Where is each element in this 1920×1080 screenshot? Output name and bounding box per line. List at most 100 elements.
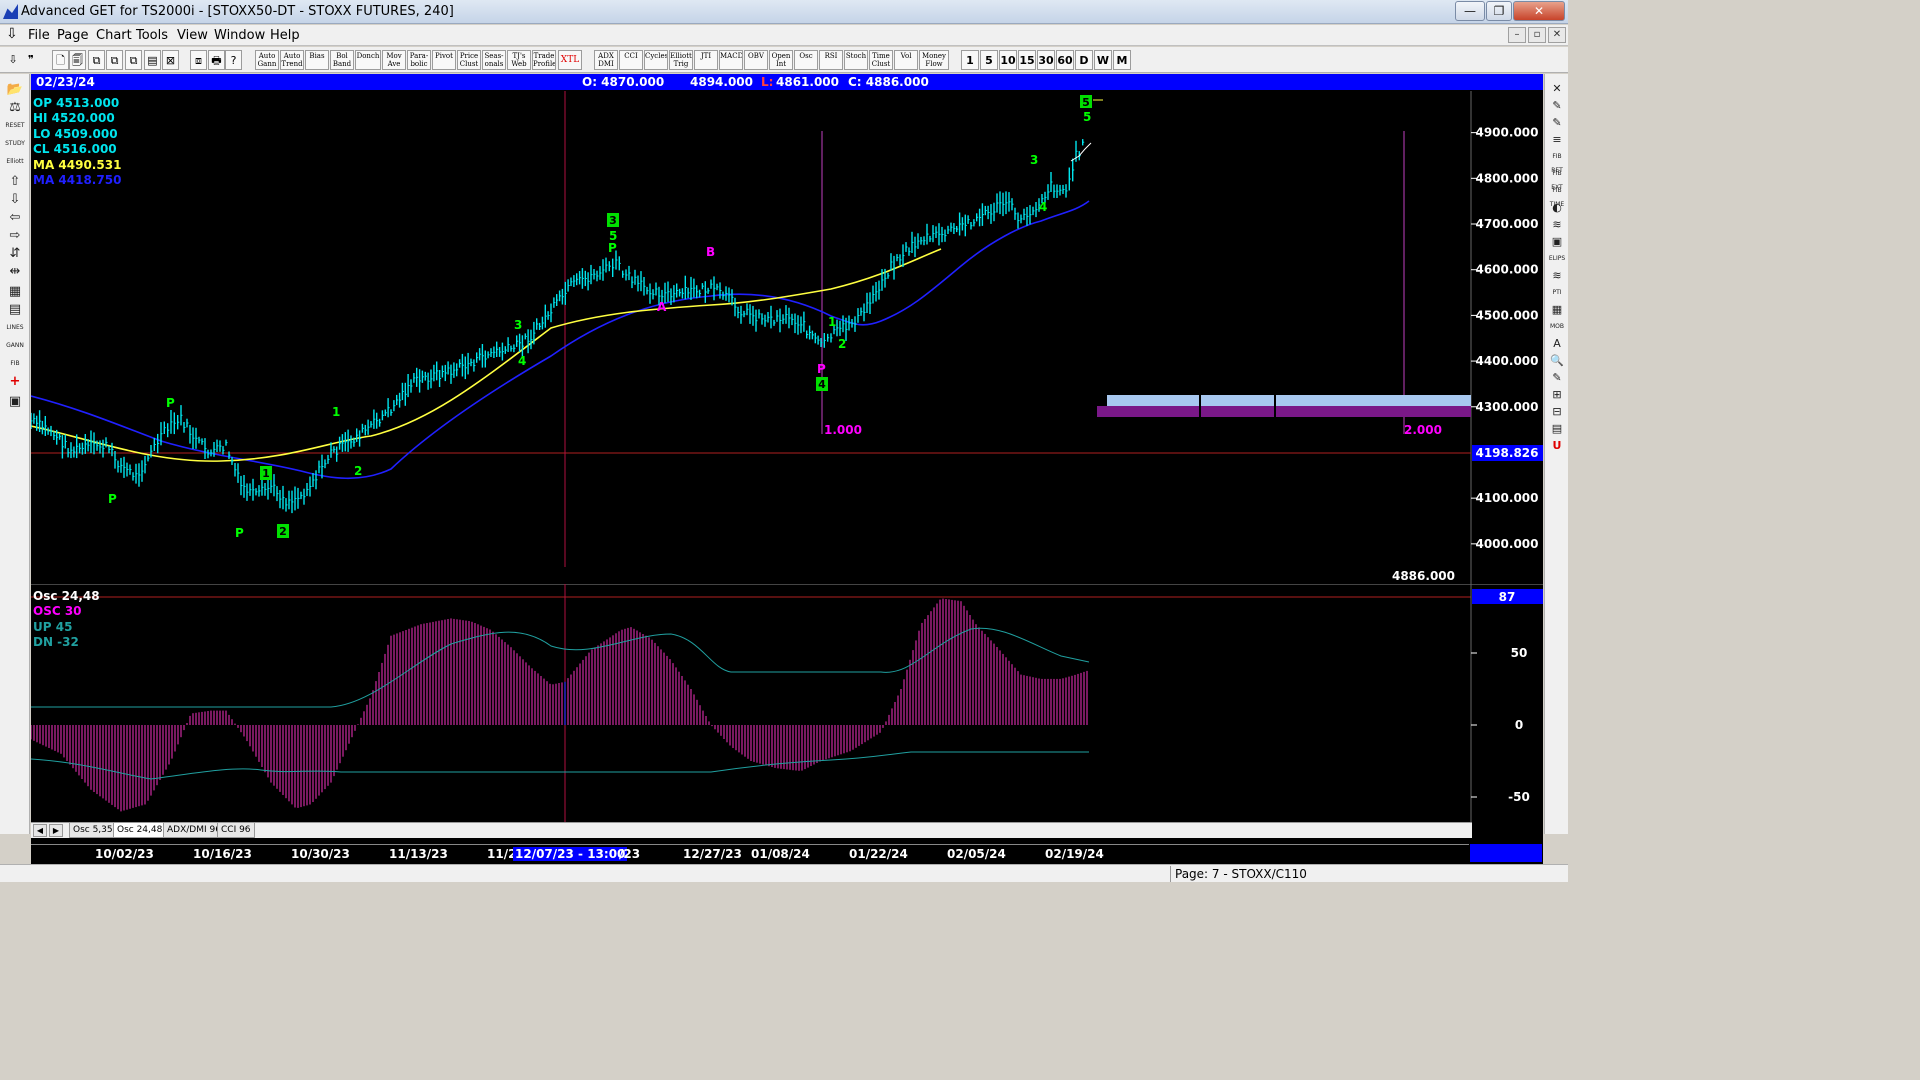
left-tool-button[interactable]: ▣ <box>4 394 26 410</box>
right-tool-button[interactable]: FIB EXT <box>1548 167 1566 191</box>
menu-window[interactable]: Window <box>214 28 265 43</box>
study-button[interactable]: Auto Gann <box>255 50 279 70</box>
left-tool-button[interactable]: GANN <box>4 338 26 354</box>
toolbar-icon-button[interactable]: ⧉ <box>125 50 142 70</box>
study-button[interactable]: Para- bolic <box>407 50 431 70</box>
xtl-button[interactable]: XTL <box>558 50 582 70</box>
interval-button[interactable]: 15 <box>1018 50 1036 70</box>
right-tool-button[interactable]: ▤ <box>1548 422 1566 436</box>
maximize-button[interactable]: ❐ <box>1486 1 1512 21</box>
right-tool-button[interactable]: ⊟ <box>1548 405 1566 419</box>
oscillator-button[interactable]: Open Int <box>769 50 793 70</box>
tab-next-button[interactable]: ▶ <box>49 824 63 837</box>
left-tool-button[interactable]: ▤ <box>4 302 26 318</box>
mdi-minimize-button[interactable]: – <box>1508 27 1526 43</box>
oscillator-button[interactable]: Time Clust <box>869 50 893 70</box>
right-tool-button[interactable]: ⊞ <box>1548 388 1566 402</box>
right-tool-button[interactable]: ≋ <box>1548 269 1566 283</box>
menu-tools[interactable]: Tools <box>136 28 168 43</box>
toolbar-icon-button[interactable]: 🗐 <box>69 50 86 70</box>
interval-button[interactable]: 10 <box>999 50 1017 70</box>
left-tool-button[interactable]: ⇹ <box>4 264 26 280</box>
right-tool-button[interactable]: ✎ <box>1548 371 1566 385</box>
right-tool-button[interactable]: ▣ <box>1548 235 1566 249</box>
left-tool-button[interactable]: ⇩ <box>4 192 26 208</box>
right-tool-button[interactable]: ✎ <box>1548 99 1566 113</box>
quote-icon[interactable]: ❞ <box>22 50 40 70</box>
tab-cci-96[interactable]: CCI 96 <box>217 823 255 838</box>
tab-prev-button[interactable]: ◀ <box>33 824 47 837</box>
right-tool-button[interactable]: ✎ <box>1548 116 1566 130</box>
oscillator-button[interactable]: CCI <box>619 50 643 70</box>
toolbar-icon-button[interactable]: 🗋 <box>52 50 69 70</box>
right-tool-button[interactable]: PTI <box>1548 286 1566 300</box>
study-button[interactable]: Trade Profile <box>532 50 556 70</box>
oscillator-button[interactable]: RSI <box>819 50 843 70</box>
mdi-close-button[interactable]: ✕ <box>1548 27 1566 43</box>
oscillator-button[interactable]: Cycles <box>644 50 668 70</box>
oscillator-button[interactable]: OBV <box>744 50 768 70</box>
left-tool-button[interactable]: ⇵ <box>4 246 26 262</box>
price-chart[interactable]: 4900.000 4800.000 4700.000 4600.000 4500.000… <box>31 91 1543 584</box>
left-tool-button[interactable]: RESET <box>4 118 26 134</box>
study-button[interactable]: Bias <box>305 50 329 70</box>
oscillator-button[interactable]: Elliott Trig <box>669 50 693 70</box>
right-tool-button[interactable]: FIB RET <box>1548 150 1566 174</box>
menu-view[interactable]: View <box>177 28 208 43</box>
right-tool-button[interactable]: ✕ <box>1548 82 1566 96</box>
interval-button[interactable]: D <box>1075 50 1093 70</box>
study-button[interactable]: Seas- onals <box>482 50 506 70</box>
study-button[interactable]: Price Clust <box>457 50 481 70</box>
left-tool-button[interactable]: Elliott <box>4 154 26 170</box>
study-button[interactable]: Bol Band <box>330 50 354 70</box>
tab-osc-5-35[interactable]: Osc 5,35 <box>69 823 117 838</box>
right-tool-button[interactable]: MOB <box>1548 320 1566 334</box>
toolbar-icon-button[interactable]: ? <box>225 50 242 70</box>
right-tool-button[interactable]: FIB TIME <box>1548 184 1566 208</box>
pin-icon[interactable]: ⇩ <box>4 50 22 70</box>
minimize-button[interactable]: — <box>1455 1 1485 21</box>
toolbar-icon-button[interactable]: ⧉ <box>88 50 105 70</box>
tab-adx-dmi-96[interactable]: ADX/DMI 96 <box>163 823 225 838</box>
oscillator-button[interactable]: Vol <box>894 50 918 70</box>
toolbar-icon-button[interactable]: ⧈ <box>190 50 207 70</box>
left-tool-button[interactable]: ▦ <box>4 284 26 300</box>
oscillator-button[interactable]: MACD <box>719 50 743 70</box>
left-tool-button[interactable]: FIB <box>4 356 26 372</box>
toolbar-icon-button[interactable]: ⧉ <box>106 50 123 70</box>
right-tool-button[interactable]: 🔍 <box>1548 354 1566 368</box>
interval-button[interactable]: 60 <box>1056 50 1074 70</box>
study-button[interactable]: Pivot <box>432 50 456 70</box>
oscillator-chart[interactable]: 50 0 -50 87 Osc 24,48 OSC 30 UP 45 DN -32 <box>31 584 1543 822</box>
interval-button[interactable]: 1 <box>961 50 979 70</box>
right-tool-button[interactable]: A <box>1548 337 1566 351</box>
left-tool-button[interactable]: STUDY <box>4 136 26 152</box>
toolbar-icon-button[interactable]: 🖶 <box>208 50 225 70</box>
left-tool-button[interactable]: ⇨ <box>4 228 26 244</box>
menu-page[interactable]: Page <box>57 28 88 43</box>
right-tool-button[interactable]: U <box>1548 439 1566 453</box>
oscillator-button[interactable]: JTI <box>694 50 718 70</box>
interval-button[interactable]: M <box>1113 50 1131 70</box>
study-button[interactable]: Mov Ave <box>382 50 406 70</box>
menu-file[interactable]: File <box>28 28 50 43</box>
oscillator-button[interactable]: Osc <box>794 50 818 70</box>
left-tool-button[interactable]: ⚖ <box>4 100 26 116</box>
right-tool-button[interactable]: ≋ <box>1548 218 1566 232</box>
toolbar-icon-button[interactable]: ▤ <box>144 50 161 70</box>
mdi-restore-button[interactable]: ▫ <box>1528 27 1546 43</box>
right-tool-button[interactable]: ◐ <box>1548 201 1566 215</box>
oscillator-button[interactable]: Money Flow <box>919 50 949 70</box>
close-button[interactable]: ✕ <box>1513 1 1565 21</box>
right-tool-button[interactable]: ≡ <box>1548 133 1566 147</box>
toolbar-icon-button[interactable]: ⊠ <box>162 50 179 70</box>
left-tool-button[interactable]: ⇦ <box>4 210 26 226</box>
right-tool-button[interactable]: ▦ <box>1548 303 1566 317</box>
oscillator-button[interactable]: Stoch <box>844 50 868 70</box>
oscillator-button[interactable]: ADX DMI <box>594 50 618 70</box>
left-tool-button[interactable]: 📂 <box>4 82 26 98</box>
left-tool-button[interactable]: LINES <box>4 320 26 336</box>
left-tool-button[interactable]: ⇧ <box>4 174 26 190</box>
interval-button[interactable]: 30 <box>1037 50 1055 70</box>
menu-chart[interactable]: Chart <box>96 28 132 43</box>
